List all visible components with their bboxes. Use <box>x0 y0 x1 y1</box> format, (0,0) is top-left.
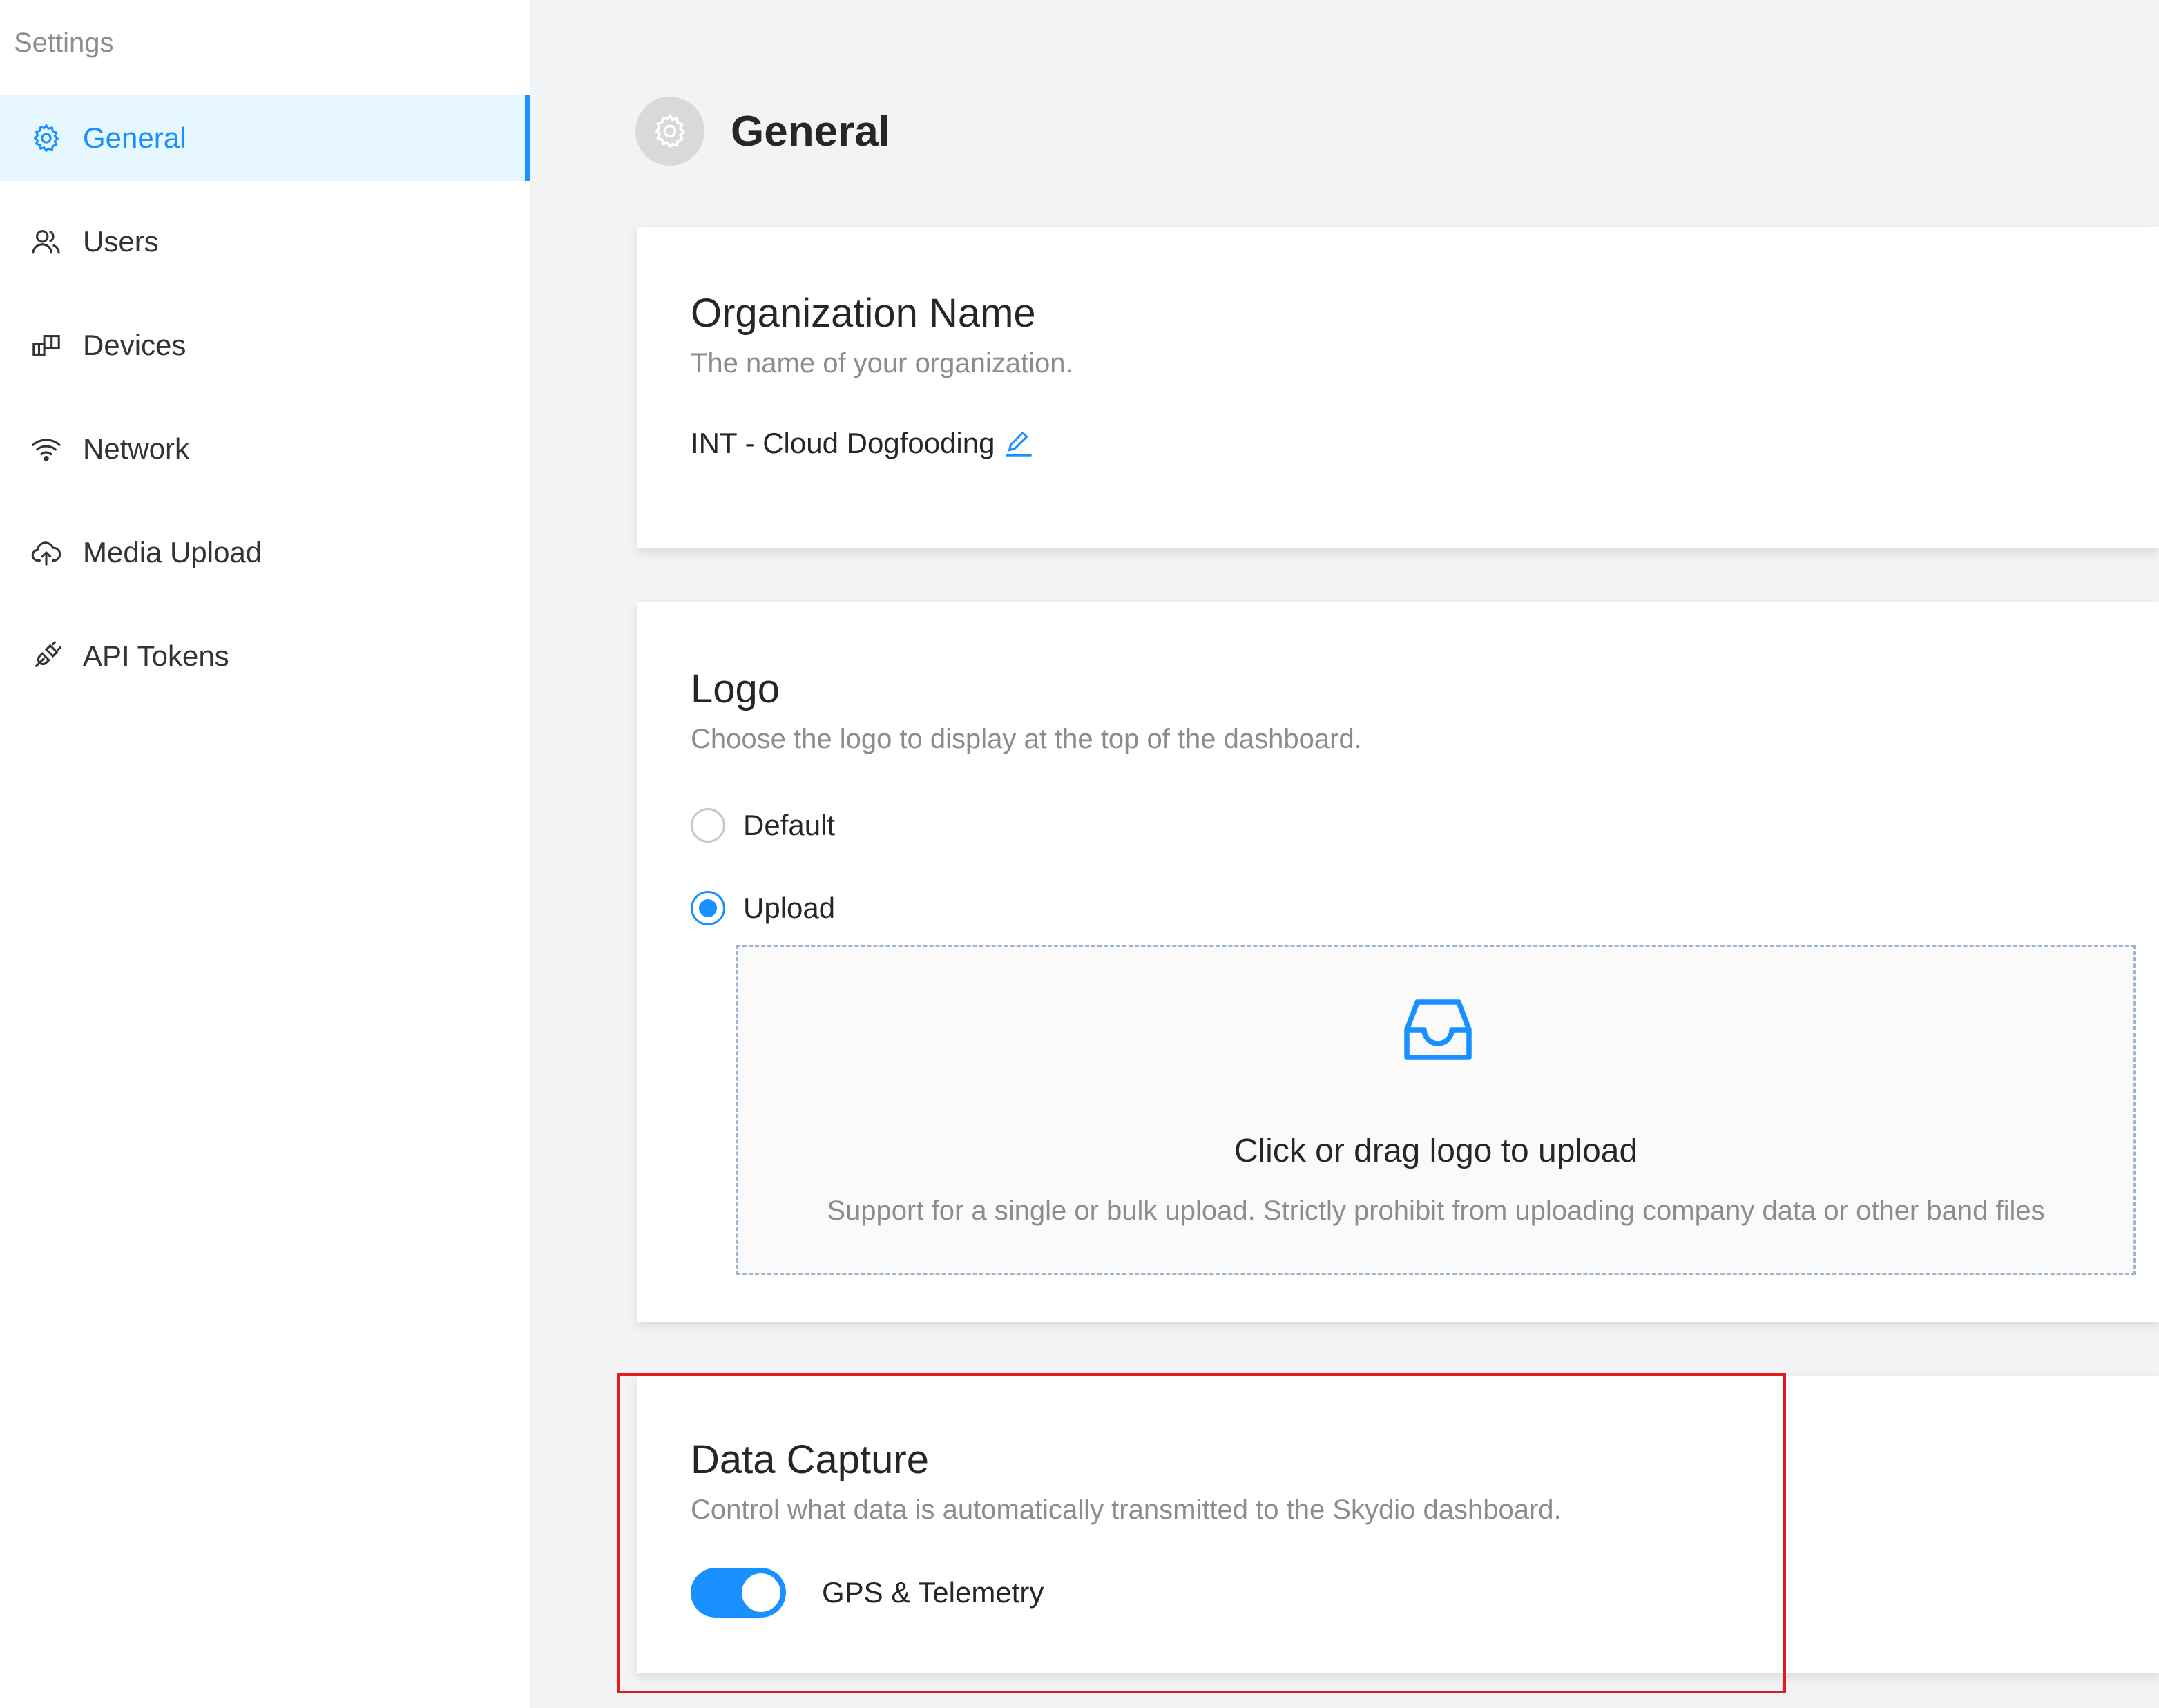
devices-icon <box>30 329 62 361</box>
sidebar-item-label: Devices <box>83 329 186 361</box>
sidebar-title: Settings <box>14 28 114 58</box>
sidebar-item-label: General <box>83 122 186 154</box>
organization-name-card: Organization Name The name of your organ… <box>637 227 2159 548</box>
gps-telemetry-setting: GPS & Telemetry <box>691 1568 1044 1618</box>
sidebar-item-label: Users <box>83 225 159 258</box>
radio-label: Upload <box>743 892 836 924</box>
sidebar-item-media-upload[interactable]: Media Upload <box>0 510 530 595</box>
sidebar-item-api-tokens[interactable]: API Tokens <box>0 613 530 699</box>
logo-upload-dropzone[interactable]: Click or drag logo to upload Support for… <box>736 945 2136 1275</box>
sidebar-item-network[interactable]: Network <box>0 406 530 492</box>
sidebar: Settings General Users Devices Network M… <box>0 0 530 1708</box>
edit-icon[interactable] <box>1003 428 1035 459</box>
upload-text: Click or drag logo to upload <box>1234 1133 1638 1169</box>
sidebar-item-general[interactable]: General <box>0 95 530 181</box>
logo-option-upload[interactable]: Upload <box>691 891 835 925</box>
toggle-label: GPS & Telemetry <box>822 1576 1044 1609</box>
data-capture-card: Data Capture Control what data is automa… <box>637 1376 2159 1673</box>
gear-icon <box>635 97 704 166</box>
card-title: Data Capture <box>691 1437 929 1482</box>
page-title: General <box>731 107 890 155</box>
card-title: Logo <box>691 666 780 711</box>
main-content: General Organization Name The name of yo… <box>530 0 2159 1708</box>
api-icon <box>30 640 62 672</box>
sidebar-item-users[interactable]: Users <box>0 199 530 285</box>
wifi-icon <box>30 433 62 465</box>
page-header: General <box>635 97 890 166</box>
sidebar-nav: General Users Devices Network Media Uplo… <box>0 95 530 717</box>
gps-telemetry-toggle[interactable] <box>691 1568 786 1618</box>
upload-hint: Support for a single or bulk upload. Str… <box>827 1196 2045 1226</box>
card-description: Control what data is automatically trans… <box>691 1495 1562 1525</box>
logo-option-default[interactable]: Default <box>691 808 835 843</box>
card-title: Organization Name <box>691 291 1036 336</box>
organization-name-text: INT - Cloud Dogfooding <box>691 427 995 459</box>
card-description: The name of your organization. <box>691 348 1073 378</box>
sidebar-item-label: API Tokens <box>83 640 229 672</box>
logo-card: Logo Choose the logo to display at the t… <box>637 602 2159 1322</box>
cloud-upload-icon <box>30 537 62 568</box>
sidebar-item-label: Media Upload <box>83 536 262 568</box>
radio-button-selected[interactable] <box>691 891 725 925</box>
sidebar-item-label: Network <box>83 432 190 465</box>
gear-icon <box>30 122 62 154</box>
radio-label: Default <box>743 809 836 841</box>
radio-button[interactable] <box>691 808 725 843</box>
users-icon <box>30 226 62 258</box>
inbox-icon <box>1397 988 1479 1071</box>
sidebar-item-devices[interactable]: Devices <box>0 303 530 388</box>
card-description: Choose the logo to display at the top of… <box>691 724 1362 754</box>
organization-name-value: INT - Cloud Dogfooding <box>691 427 1035 460</box>
